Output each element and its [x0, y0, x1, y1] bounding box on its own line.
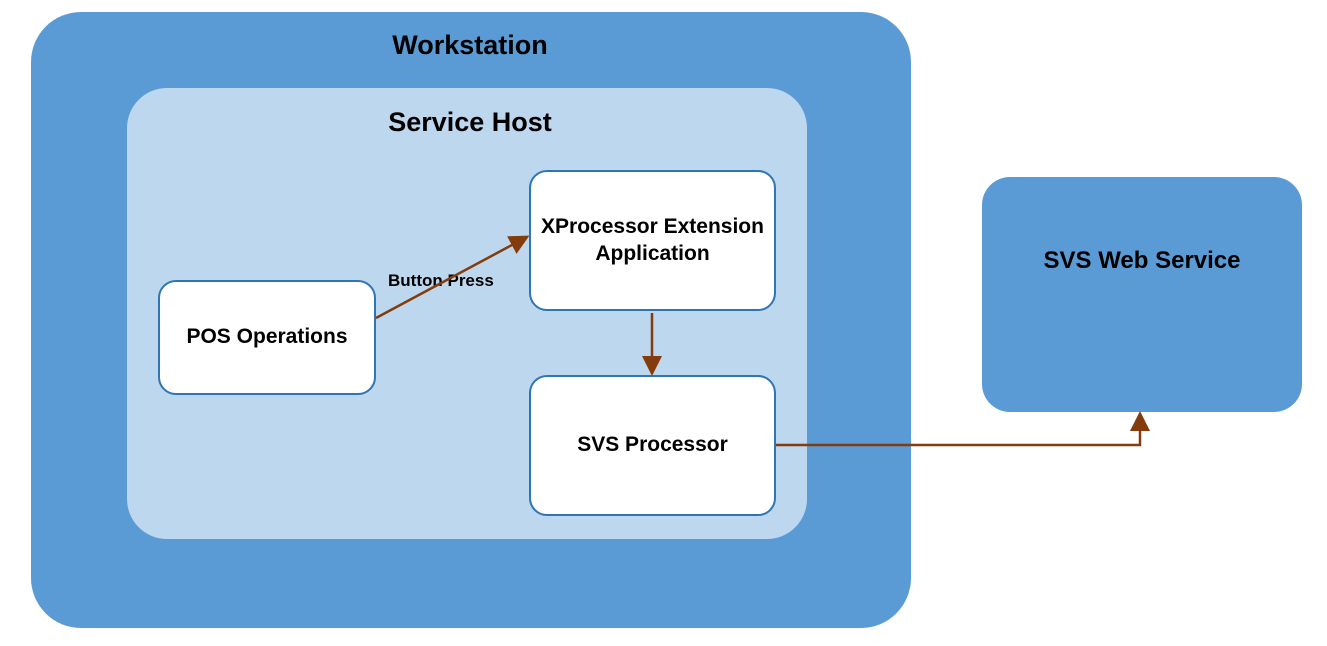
- edge-label-button-press: Button Press: [388, 271, 494, 291]
- node-xprocessor-label: XProcessor Extension Application: [531, 214, 774, 267]
- node-pos-operations-label: POS Operations: [186, 324, 347, 350]
- diagram-canvas: Workstation Service Host POS Operations …: [0, 0, 1327, 646]
- workstation-title: Workstation: [360, 30, 580, 61]
- node-svs-web-service-label: SVS Web Service: [1044, 247, 1241, 275]
- node-svs-web-service: SVS Web Service: [982, 177, 1302, 412]
- node-svs-processor-label: SVS Processor: [577, 432, 728, 458]
- node-xprocessor: XProcessor Extension Application: [529, 170, 776, 311]
- node-pos-operations: POS Operations: [158, 280, 376, 395]
- service-host-title: Service Host: [360, 107, 580, 138]
- node-svs-processor: SVS Processor: [529, 375, 776, 516]
